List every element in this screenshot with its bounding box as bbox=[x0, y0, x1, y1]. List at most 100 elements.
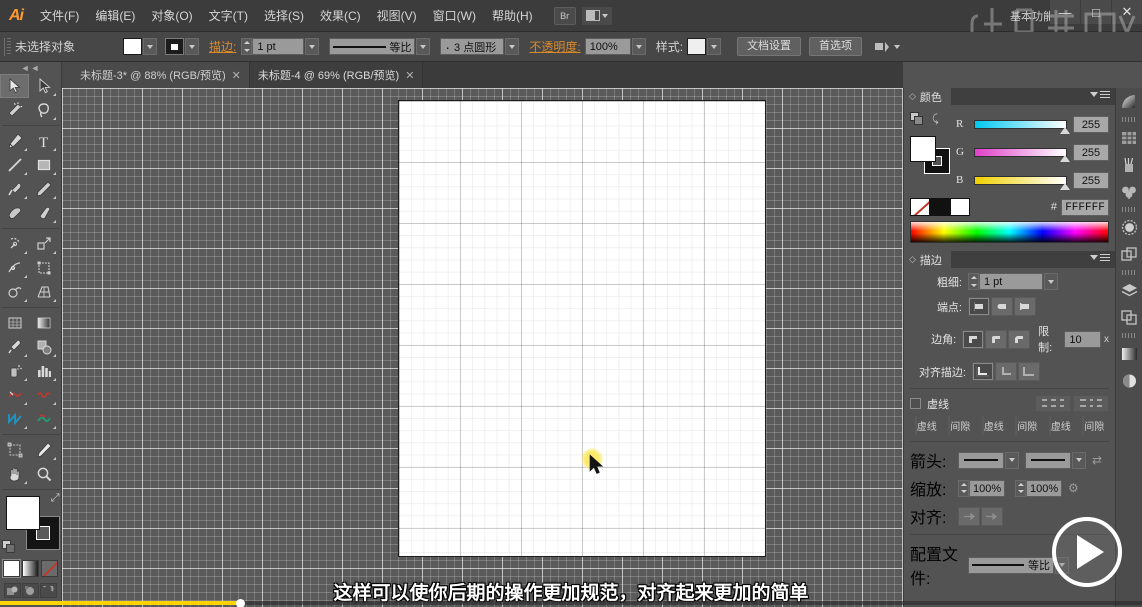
panel-menu-icon[interactable] bbox=[1090, 254, 1110, 261]
brushes-panel-icon[interactable] bbox=[1116, 151, 1142, 178]
close-icon[interactable]: ✕ bbox=[405, 69, 414, 82]
color-spectrum-bar[interactable] bbox=[910, 221, 1109, 243]
menu-item-help[interactable]: 帮助(H) bbox=[484, 0, 541, 32]
rectangle-tool[interactable] bbox=[29, 153, 58, 177]
pencil-tool[interactable] bbox=[29, 177, 58, 201]
stroke-panel-tab[interactable]: ◇ 描边 bbox=[904, 251, 951, 268]
dock-group-grip[interactable] bbox=[1116, 115, 1142, 124]
arrow-scale-end-input[interactable]: 100% bbox=[1026, 480, 1062, 497]
stroke-weight-label[interactable]: 描边: bbox=[209, 38, 236, 55]
line-segment-tool[interactable] bbox=[0, 153, 29, 177]
stroke-profile-dropdown[interactable] bbox=[416, 38, 430, 55]
transparency2-panel-icon[interactable] bbox=[1116, 367, 1142, 394]
appearance-panel-icon[interactable] bbox=[1116, 241, 1142, 268]
arrow-scale-start-stepper[interactable] bbox=[958, 480, 969, 497]
direct-selection-tool[interactable] bbox=[29, 74, 58, 98]
dock-group-grip[interactable] bbox=[1116, 205, 1142, 214]
play-button-icon[interactable] bbox=[1052, 517, 1122, 587]
panel-collapse-icon[interactable]: ◇ bbox=[909, 91, 916, 102]
rotate-tool[interactable] bbox=[0, 232, 29, 256]
slice-tool[interactable] bbox=[29, 438, 58, 462]
video-progress-knob[interactable] bbox=[236, 599, 245, 607]
gradient-tool[interactable] bbox=[29, 311, 58, 335]
brush-select[interactable]: · 3 点圆形 bbox=[440, 38, 504, 55]
scale-tool[interactable] bbox=[29, 232, 58, 256]
opacity-input[interactable]: 100% bbox=[585, 38, 631, 55]
document-setup-button[interactable]: 文档设置 bbox=[737, 37, 801, 56]
brush-dropdown[interactable] bbox=[505, 38, 519, 55]
color-fill-swatch[interactable] bbox=[910, 136, 936, 162]
menu-item-type[interactable]: 文字(T) bbox=[201, 0, 256, 32]
slider-value-g[interactable]: 255 bbox=[1073, 144, 1109, 161]
symbols-panel-icon[interactable] bbox=[1116, 178, 1142, 205]
mesh-tool[interactable] bbox=[0, 311, 29, 335]
zoom-tool[interactable] bbox=[29, 462, 58, 486]
draw-normal-button[interactable] bbox=[4, 583, 21, 598]
dash-preserve-exact-button[interactable] bbox=[1035, 395, 1071, 412]
stroke-weight-stepper[interactable] bbox=[241, 38, 252, 55]
menu-item-select[interactable]: 选择(S) bbox=[256, 0, 312, 32]
swap-fill-stroke-icon[interactable]: ⤢ bbox=[51, 492, 60, 505]
dock-group-grip[interactable] bbox=[1116, 331, 1142, 340]
fill-stroke-toggle-icon[interactable] bbox=[910, 112, 924, 126]
stroke-weight-stepper[interactable] bbox=[968, 273, 979, 290]
pen-tool[interactable] bbox=[0, 129, 29, 153]
selection-tool[interactable] bbox=[0, 74, 29, 98]
arrow-scale-start-input[interactable]: 100% bbox=[969, 480, 1005, 497]
miter-join-button[interactable] bbox=[962, 330, 984, 349]
slider-knob-r[interactable] bbox=[1060, 127, 1070, 134]
tools-panel-collapse[interactable]: ◄◄ bbox=[0, 62, 61, 74]
control-bar-grip[interactable] bbox=[4, 38, 11, 56]
align-outside-button[interactable] bbox=[1018, 362, 1040, 381]
swap-arrows-icon[interactable]: ⇄ bbox=[1092, 453, 1102, 467]
slider-track-r[interactable] bbox=[974, 120, 1067, 129]
bevel-join-button[interactable] bbox=[1008, 330, 1030, 349]
draw-behind-button[interactable] bbox=[22, 583, 39, 598]
butt-cap-button[interactable] bbox=[968, 297, 990, 316]
menu-item-file[interactable]: 文件(F) bbox=[32, 0, 87, 32]
slider-knob-b[interactable] bbox=[1060, 183, 1070, 190]
stroke-weight-dropdown[interactable] bbox=[305, 38, 319, 55]
hex-input[interactable]: FFFFFF bbox=[1061, 199, 1109, 216]
column-graph-tool[interactable] bbox=[29, 359, 58, 383]
preferences-button[interactable]: 首选项 bbox=[809, 37, 862, 56]
eyedropper-tool[interactable] bbox=[0, 335, 29, 359]
arrow-start-dropdown[interactable] bbox=[1005, 452, 1019, 469]
slider-value-b[interactable]: 255 bbox=[1073, 172, 1109, 189]
magic-wand-tool[interactable] bbox=[0, 98, 29, 122]
shape-builder-tool[interactable] bbox=[0, 280, 29, 304]
color-mode-button[interactable] bbox=[3, 560, 20, 577]
default-fill-stroke-icon[interactable] bbox=[2, 540, 16, 554]
projecting-cap-button[interactable] bbox=[1014, 297, 1036, 316]
fill-color-swatch[interactable] bbox=[123, 38, 142, 55]
gradient-panel-icon[interactable] bbox=[1116, 88, 1142, 115]
layers-panel-icon[interactable] bbox=[1116, 277, 1142, 304]
menu-item-view[interactable]: 视图(V) bbox=[369, 0, 425, 32]
stroke-dropdown[interactable] bbox=[185, 38, 199, 55]
chevron-down-icon[interactable] bbox=[894, 45, 900, 49]
draw-inside-button[interactable] bbox=[40, 583, 57, 598]
hand-tool[interactable] bbox=[0, 462, 29, 486]
arrow-scale-end-stepper[interactable] bbox=[1015, 480, 1026, 497]
align-center-button[interactable] bbox=[972, 362, 994, 381]
workspace-selector[interactable]: 基本功能 bbox=[1010, 8, 1054, 24]
perspective-grid-tool[interactable] bbox=[29, 280, 58, 304]
slider-value-r[interactable]: 255 bbox=[1073, 116, 1109, 133]
color-panel-tab[interactable]: ◇ 颜色 bbox=[904, 88, 951, 105]
document-tab-1[interactable]: 未标题-3* @ 88% (RGB/预览) ✕ bbox=[72, 62, 250, 88]
blend-tool[interactable] bbox=[29, 335, 58, 359]
dash-adjust-button[interactable] bbox=[1073, 395, 1109, 412]
stroke-profile-select[interactable]: 等比 bbox=[329, 38, 415, 55]
gradient2-panel-icon[interactable] bbox=[1116, 340, 1142, 367]
menu-item-effect[interactable]: 效果(C) bbox=[312, 0, 369, 32]
round-join-button[interactable] bbox=[985, 330, 1007, 349]
close-icon[interactable]: ✕ bbox=[232, 69, 241, 82]
gradient-mode-button[interactable] bbox=[22, 560, 39, 577]
type-tool[interactable]: T bbox=[29, 129, 58, 153]
panel-collapse-icon[interactable]: ◇ bbox=[909, 254, 916, 265]
warp-tool[interactable] bbox=[0, 383, 29, 407]
dashed-line-checkbox[interactable] bbox=[910, 398, 921, 409]
slider-track-g[interactable] bbox=[974, 148, 1067, 157]
stroke-weight-input[interactable]: 1 pt bbox=[979, 273, 1043, 290]
wrinkle-tool[interactable] bbox=[29, 383, 58, 407]
